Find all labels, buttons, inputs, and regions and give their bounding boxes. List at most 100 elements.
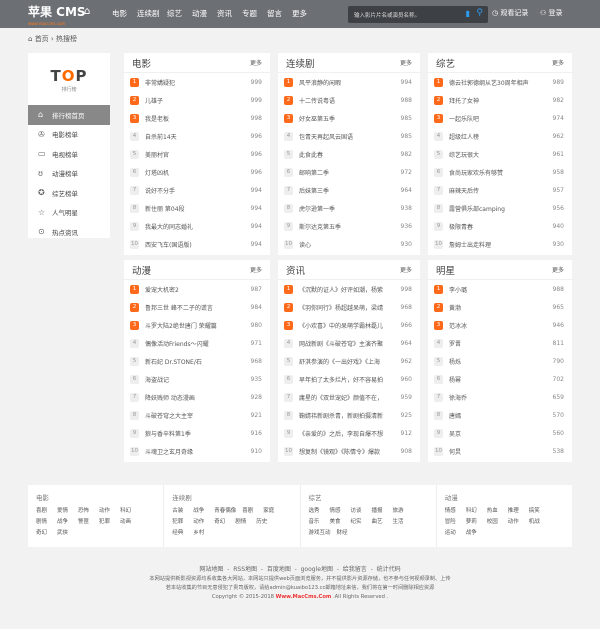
ranking-row[interactable]: 6 杨幂 702 [428,370,572,388]
ranking-row[interactable]: 7 说好不分手 994 [124,181,270,199]
ranking-row[interactable]: 4 自杀前14天 996 [124,127,270,145]
item-title[interactable]: 早年拍了太多烂片，好不容易拍 [299,375,395,384]
ranking-row[interactable]: 7 庸星的《双世宠妃》颜值不在， 959 [278,388,420,406]
ranking-row[interactable]: 1 李小璐 988 [428,280,572,298]
item-title[interactable]: 邮响第二季 [299,168,395,177]
sidebar-item[interactable]: ⌂ 排行榜首页 [28,105,110,125]
footer-category-link[interactable]: 犯罪 [172,517,193,528]
footer-category-link[interactable]: 战争 [466,528,487,539]
footer-category-link[interactable]: 游戏互动 [309,528,337,539]
ranking-row[interactable]: 8 露营俱乐部camping 956 [428,199,572,217]
item-title[interactable]: 杨幂 [449,375,547,384]
ranking-row[interactable]: 5 新石纪 Dr.STONE/石 968 [124,352,270,370]
ranking-row[interactable]: 5 舒淇参演的《一出好戏》《上海 962 [278,352,420,370]
more-link[interactable]: 更多 [400,58,412,67]
ranking-row[interactable]: 9 吴京 560 [428,424,572,442]
footer-category-link[interactable]: 战争 [193,506,214,517]
item-title[interactable]: 詹姆士出走料理 [449,240,547,249]
copyright-brand-link[interactable]: Www.MacCms.Com [276,594,332,600]
more-link[interactable]: 更多 [250,58,262,67]
ranking-row[interactable]: 5 此食此春 982 [278,145,420,163]
item-title[interactable]: 爱宠大机密2 [145,285,245,294]
ranking-row[interactable]: 6 灯塔凶机 996 [124,163,270,181]
item-title[interactable]: 新石纪 Dr.STONE/石 [145,357,245,366]
item-title[interactable]: 网战新剧《斗破苍穹》主演齐聚 [299,339,395,348]
ranking-row[interactable]: 6 食尚玩家欢乐有够赞 958 [428,163,572,181]
ranking-row[interactable]: 10 想复制《镜观》《陈情令》爆款 908 [278,442,420,460]
item-title[interactable]: 一起乐队吧 [449,114,547,123]
history-button[interactable]: ◷ 观看记录 [492,8,528,18]
item-title[interactable]: 狼与香辛料第1季 [145,429,245,438]
item-title[interactable]: 我是老板 [145,114,245,123]
item-title[interactable]: 西安飞车(国语版) [145,240,245,249]
footer-category-link[interactable]: 武侠 [57,528,78,539]
footer-category-link[interactable]: 曲艺 [372,517,393,528]
ranking-row[interactable]: 2 儿雄子 999 [124,91,270,109]
footer-category-link[interactable]: 爱情 [57,506,78,517]
item-title[interactable]: 灯塔凶机 [145,168,245,177]
nav-guestbook[interactable]: 留言 [267,8,292,19]
item-title[interactable]: 虎尔逊第一季 [299,204,395,213]
footer-category-link[interactable]: 校园 [487,517,508,528]
item-title[interactable]: 想复制《镜观》《陈情令》爆款 [299,447,395,456]
sidebar-item[interactable]: ▭ 电视榜单 [28,144,110,164]
ranking-row[interactable]: 3 范冰冰 946 [428,316,572,334]
item-title[interactable]: 自杀前14天 [145,132,245,141]
footer-category-link[interactable]: 动作 [193,517,214,528]
item-title[interactable]: 包青天再起风云国语 [299,132,395,141]
footer-category-link[interactable]: 动作 [99,506,120,517]
item-title[interactable]: 《亲爱的》之后，李现自爆不想 [299,429,395,438]
item-title[interactable]: 李小璐 [449,285,547,294]
more-link[interactable]: 更多 [250,265,262,274]
item-title[interactable]: 读心 [299,240,395,249]
item-title[interactable]: 超级红人榜 [449,132,547,141]
ranking-row[interactable]: 1 爱宠大机密2 987 [124,280,270,298]
ranking-row[interactable]: 3 我是老板 998 [124,109,270,127]
footer-category-link[interactable]: 奇幻 [36,528,57,539]
ranking-row[interactable]: 6 海盗战记 935 [124,370,270,388]
ranking-row[interactable]: 2 拜托了女神 982 [428,91,572,109]
item-title[interactable]: 斯尔达克第五季 [299,222,395,231]
item-title[interactable]: 麻辣天后传 [449,186,547,195]
footer-category-link[interactable]: 犯罪 [99,517,120,528]
ranking-row[interactable]: 4 网战新剧《斗破苍穹》主演齐聚 964 [278,334,420,352]
item-title[interactable]: 庸星的《双世宠妃》颜值不在， [299,393,395,402]
nav-news[interactable]: 资讯 [217,8,242,19]
item-title[interactable]: 鲁邦三世 峰不二子的谎言 [145,303,245,312]
more-link[interactable]: 更多 [400,265,412,274]
footer-category-link[interactable]: 情感 [330,506,351,517]
footer-link[interactable]: 给我留言 [343,566,367,573]
home-icon[interactable]: ⌂ [84,6,112,19]
ranking-row[interactable]: 5 综艺玩很大 961 [428,145,572,163]
footer-category-link[interactable]: 选秀 [309,506,330,517]
item-title[interactable]: 海盗战记 [145,375,245,384]
search-input[interactable]: 输入影片片名或演员名称。 [354,11,420,19]
item-title[interactable]: 《羽你同行》杨超越呆萌，梁靖 [299,303,395,312]
item-title[interactable]: 斗罗大陆2绝世唐门 荣耀篇 [145,321,245,330]
ranking-row[interactable]: 3 斗罗大陆2绝世唐门 荣耀篇 980 [124,316,270,334]
item-title[interactable]: 德云社郭德纲从艺30周年相声 [449,78,547,87]
ranking-row[interactable]: 8 唐嫣 570 [428,406,572,424]
ranking-row[interactable]: 8 新住丽 第04段 994 [124,199,270,217]
footer-category-link[interactable]: 冒险 [445,517,466,528]
footer-category-link[interactable]: 剧情 [36,517,57,528]
search-box[interactable]: 输入影片片名或演员名称。 ▮ ⚲ [348,6,488,23]
footer-category-link[interactable]: 恐怖 [78,506,99,517]
item-title[interactable]: 《沉默的证人》好评如潮，杨紫 [299,285,395,294]
ranking-row[interactable]: 9 斯尔达克第五季 936 [278,217,420,235]
ranking-row[interactable]: 8 鞠婧祎新剧杀青，新剧拍摄清新 925 [278,406,420,424]
item-title[interactable]: 唐嫣 [449,411,547,420]
sidebar-item[interactable]: ✪ 综艺榜单 [28,183,110,203]
footer-link[interactable]: google地图 [301,566,333,573]
ranking-row[interactable]: 2 十二传说粤语 988 [278,91,420,109]
item-title[interactable]: 综艺玩很大 [449,150,547,159]
item-title[interactable]: 我最大的同志婚礼 [145,222,245,231]
item-title[interactable]: 斗破苍穹之大主宰 [145,411,245,420]
ranking-row[interactable]: 7 后妹第三季 964 [278,181,420,199]
item-title[interactable]: 美丽村官 [145,150,245,159]
ranking-row[interactable]: 10 读心 930 [278,235,420,253]
item-title[interactable]: 后妹第三季 [299,186,395,195]
item-title[interactable]: 食尚玩家欢乐有够赞 [449,168,547,177]
item-title[interactable]: 何炅 [449,447,547,456]
ranking-row[interactable]: 7 麻辣天后传 957 [428,181,572,199]
